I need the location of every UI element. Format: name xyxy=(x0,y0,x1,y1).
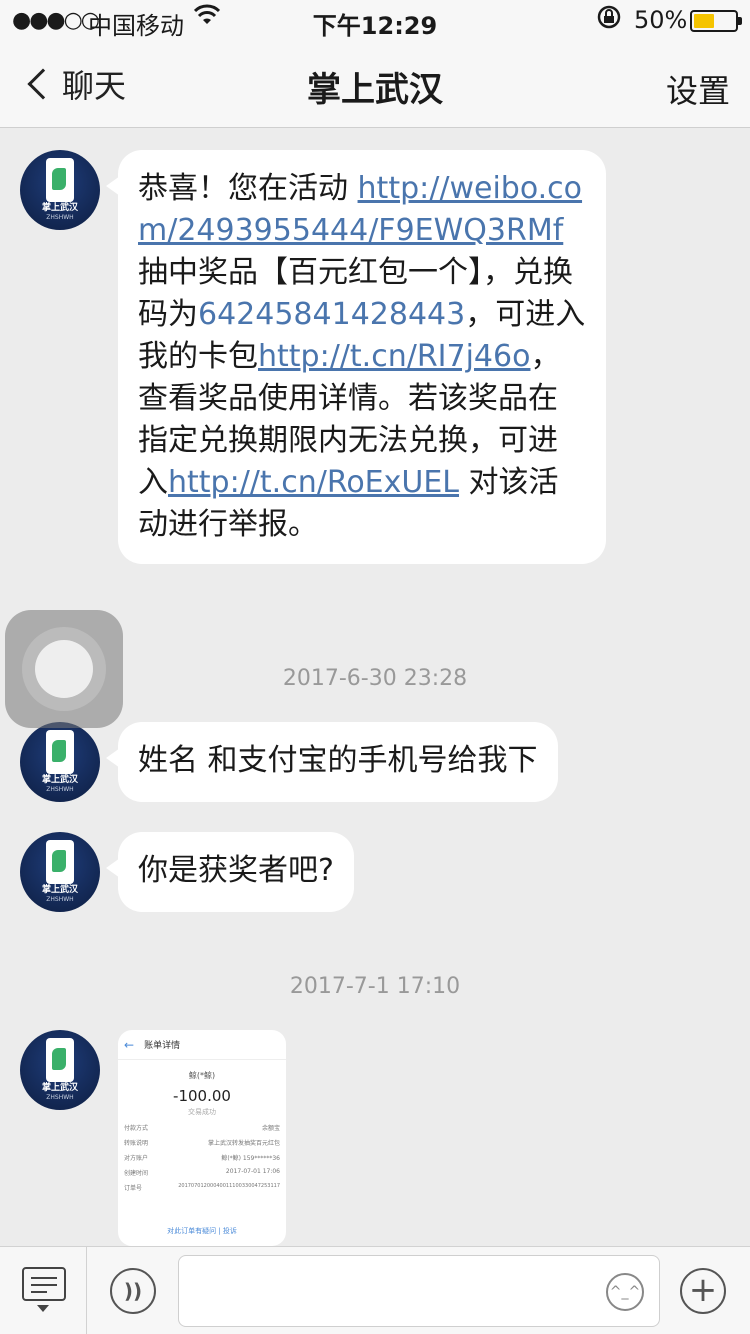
back-arrow-icon: ← xyxy=(124,1037,135,1052)
settings-button[interactable]: 设置 xyxy=(666,66,730,112)
avatar[interactable]: 掌上武汉 ZHSHWH xyxy=(20,1030,100,1110)
message-bubble[interactable]: 你是获奖者吧? xyxy=(106,832,354,912)
message-input[interactable] xyxy=(178,1255,660,1327)
emoji-icon[interactable]: ^_^ xyxy=(606,1273,644,1311)
add-icon[interactable]: + xyxy=(680,1268,726,1314)
redeem-code[interactable]: 64245841428443 xyxy=(198,297,465,332)
assistive-touch-button[interactable] xyxy=(5,610,123,728)
battery-fill xyxy=(694,14,714,28)
status-bar: ●●●○○ 中国移动 下午12:29 50% xyxy=(0,0,750,40)
voice-icon[interactable]: )) xyxy=(110,1268,156,1314)
menu-icon[interactable] xyxy=(22,1267,66,1301)
image-message[interactable]: ← 账单详情 鲸(*鲸) -100.00 交易成功 付款方式 余额宝 转账说明 掌上武… xyxy=(118,1030,286,1246)
menu-triangle-icon xyxy=(37,1305,49,1312)
battery-percent: 50% xyxy=(634,6,688,34)
battery-icon xyxy=(690,10,742,32)
avatar[interactable]: 掌上武汉 ZHSHWH xyxy=(20,150,100,230)
timestamp: 2017-7-1 17:10 xyxy=(289,974,461,999)
page-title: 掌上武汉 xyxy=(307,70,443,110)
input-toolbar: )) ^_^ + xyxy=(0,1246,750,1334)
message-bubble[interactable]: 姓名 和支付宝的手机号给我下 xyxy=(106,722,558,802)
navigation-bar: 聊天 掌上武汉 设置 xyxy=(0,40,750,128)
message-link[interactable]: http://t.cn/RoExUEL xyxy=(168,465,459,500)
avatar[interactable]: 掌上武汉 ZHSHWH xyxy=(20,832,100,912)
avatar[interactable]: 掌上武汉 ZHSHWH xyxy=(20,722,100,802)
message-link[interactable]: http://t.cn/RI7j46o xyxy=(258,339,530,374)
message-bubble[interactable]: 恭喜！您在活动 http://weibo.com/2493955444/F9EW… xyxy=(106,150,606,564)
rotation-lock-icon xyxy=(596,4,622,36)
